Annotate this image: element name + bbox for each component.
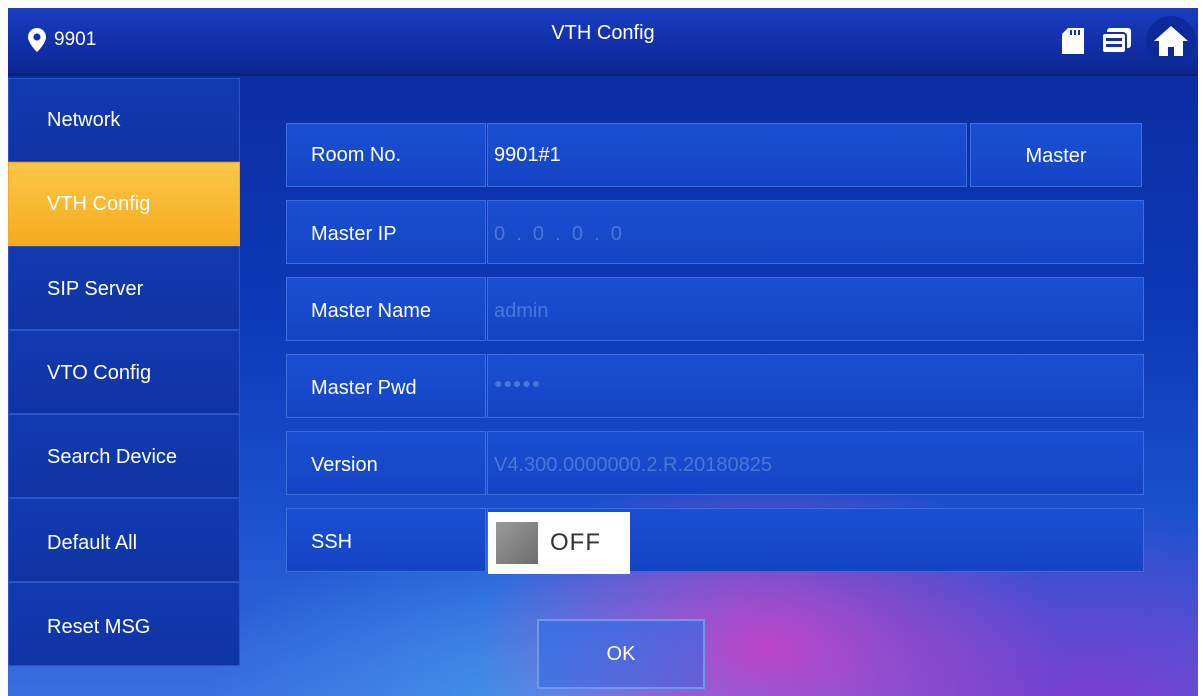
ssh-label-text: SSH xyxy=(311,531,353,553)
ssh-label: SSH xyxy=(286,508,486,572)
vth-config-screen: 9901 VTH Config Network VTH Config SIP S… xyxy=(8,8,1198,696)
version-field: V4.300.0000000.2.R.20180825 xyxy=(487,431,1144,495)
sidebar-item-vto-config[interactable]: VTO Config xyxy=(8,330,240,414)
master-pwd-input[interactable]: ●●●●● xyxy=(487,354,1144,418)
sidebar-item-label: SIP Server xyxy=(47,278,144,300)
sidebar-item-label: Network xyxy=(47,109,121,131)
sd-card-icon[interactable] xyxy=(1058,26,1088,56)
room-no-label: Room No. xyxy=(286,123,486,187)
sidebar-item-network[interactable]: Network xyxy=(8,78,240,162)
master-ip-label-text: Master IP xyxy=(311,223,397,245)
sidebar-item-label: Reset MSG xyxy=(47,616,151,638)
master-pwd-value: ●●●●● xyxy=(494,375,542,391)
sidebar-item-reset-msg[interactable]: Reset MSG xyxy=(8,582,240,666)
message-icon[interactable] xyxy=(1102,26,1132,56)
master-name-value: admin xyxy=(494,300,549,322)
sidebar-item-label: Default All xyxy=(47,532,138,554)
sidebar-item-vth-config[interactable]: VTH Config xyxy=(8,162,240,246)
version-label: Version xyxy=(286,431,486,495)
room-no-value: 9901#1 xyxy=(494,144,561,166)
page-title: VTH Config xyxy=(551,22,655,44)
sidebar-item-sip-server[interactable]: SIP Server xyxy=(8,246,240,330)
master-ip-label: Master IP xyxy=(286,200,486,264)
home-button[interactable] xyxy=(1146,16,1196,66)
version-value: V4.300.0000000.2.R.20180825 xyxy=(494,454,773,476)
master-ip-value: 0 . 0 . 0 . 0 xyxy=(494,223,622,245)
top-bar: 9901 VTH Config xyxy=(8,8,1198,76)
master-name-label: Master Name xyxy=(286,277,486,341)
version-label-text: Version xyxy=(311,454,378,476)
master-ip-input[interactable]: 0 . 0 . 0 . 0 xyxy=(487,200,1144,264)
master-name-row: Master Name admin xyxy=(286,277,1144,341)
master-pwd-label-text: Master Pwd xyxy=(311,377,417,399)
sidebar-item-search-device[interactable]: Search Device xyxy=(8,414,240,498)
master-name-input[interactable]: admin xyxy=(487,277,1144,341)
sidebar-item-label: VTH Config xyxy=(47,193,151,215)
home-icon xyxy=(1154,26,1188,56)
ok-button[interactable]: OK xyxy=(537,619,705,689)
master-ip-row: Master IP 0 . 0 . 0 . 0 xyxy=(286,200,1144,264)
ssh-toggle-state: OFF xyxy=(550,529,601,556)
master-name-label-text: Master Name xyxy=(311,300,432,322)
master-pwd-row: Master Pwd ●●●●● xyxy=(286,354,1144,418)
toggle-knob xyxy=(496,522,538,564)
room-no-row: Room No. 9901#1 Master xyxy=(286,123,1143,187)
master-pwd-label: Master Pwd xyxy=(286,354,486,418)
ssh-row: SSH xyxy=(286,508,1144,572)
sidebar-item-label: VTO Config xyxy=(47,362,152,384)
sidebar-item-label: Search Device xyxy=(47,446,178,468)
room-no-label-text: Room No. xyxy=(311,144,402,166)
sidebar-item-default-all[interactable]: Default All xyxy=(8,498,240,582)
version-row: Version V4.300.0000000.2.R.20180825 xyxy=(286,431,1144,495)
master-button[interactable]: Master xyxy=(970,123,1142,187)
ssh-toggle[interactable]: OFF xyxy=(488,512,630,574)
room-no-input[interactable]: 9901#1 xyxy=(487,123,967,187)
